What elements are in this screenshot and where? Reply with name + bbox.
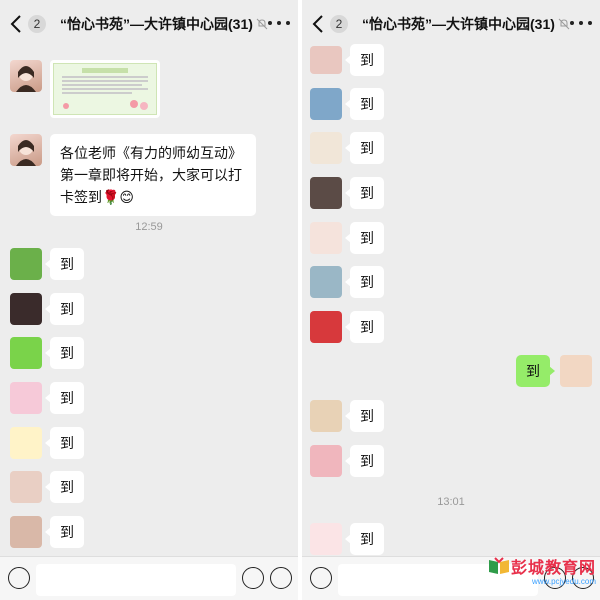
voice-icon[interactable] — [8, 567, 30, 589]
back-button[interactable]: 2 — [8, 13, 46, 35]
chat-header: 2 “怡心书苑”—大许镇中心园(31) — [0, 0, 298, 48]
message-bubble[interactable]: 到 — [345, 266, 384, 298]
avatar[interactable] — [310, 177, 342, 209]
message-bubble[interactable]: 到 — [345, 445, 384, 477]
shared-image-card[interactable] — [50, 60, 160, 118]
message-input[interactable] — [36, 564, 236, 596]
site-watermark: 彭城教育网 www.pcjyedu.com — [465, 554, 596, 595]
image-thumbnail — [53, 63, 157, 115]
message-bubble[interactable]: 到 — [45, 293, 84, 325]
announcement-text: 各位老师《有力的师幼互动》第一章即将开始，大家可以打卡签到🌹😊 — [60, 145, 242, 205]
message-bubble[interactable]: 到 — [345, 177, 384, 209]
message-bubble[interactable]: 到 — [45, 471, 84, 503]
more-dots-icon[interactable] — [570, 21, 592, 27]
bell-off-icon — [558, 18, 570, 30]
voice-icon[interactable] — [310, 567, 332, 589]
message-bubble[interactable]: 到 — [345, 523, 384, 555]
avatar[interactable] — [310, 132, 342, 164]
avatar[interactable] — [310, 311, 342, 343]
message-bubble[interactable]: 到 — [345, 311, 384, 343]
avatar[interactable] — [310, 400, 342, 432]
message-bubble[interactable]: 到 — [345, 44, 384, 76]
chevron-left-icon — [10, 15, 21, 33]
avatar[interactable] — [310, 445, 342, 477]
avatar[interactable] — [10, 471, 42, 503]
emoji-icon[interactable] — [242, 567, 264, 589]
timestamp: 13:01 — [437, 496, 465, 508]
plus-icon[interactable] — [270, 567, 292, 589]
avatar[interactable] — [10, 337, 42, 369]
avatar[interactable] — [10, 516, 42, 548]
more-dots-icon[interactable] — [268, 21, 290, 27]
unread-badge: 2 — [330, 15, 348, 33]
message-bubble[interactable]: 到 — [45, 337, 84, 369]
input-bar — [0, 556, 298, 600]
bell-off-icon — [256, 18, 268, 30]
chat-header: 2 “怡心书苑”—大许镇中心园(31) — [302, 0, 600, 48]
chat-pane-left: 2 “怡心书苑”—大许镇中心园(31) 各位老师《有力的师幼互动》第一章即将开始… — [0, 0, 298, 600]
avatar[interactable] — [310, 523, 342, 555]
avatar[interactable] — [310, 46, 342, 74]
message-bubble[interactable]: 到 — [345, 88, 384, 120]
message-bubble[interactable]: 到 — [345, 132, 384, 164]
my-message-bubble[interactable]: 到 — [516, 355, 555, 387]
avatar[interactable] — [10, 293, 42, 325]
avatar[interactable] — [310, 88, 342, 120]
message-bubble[interactable]: 到 — [45, 248, 84, 280]
back-button[interactable]: 2 — [310, 13, 348, 35]
message-bubble[interactable]: 到 — [45, 382, 84, 414]
chevron-left-icon — [312, 15, 323, 33]
avatar[interactable] — [310, 222, 342, 254]
book-logo-icon — [488, 557, 509, 574]
message-bubble[interactable]: 到 — [45, 516, 84, 548]
message-bubble[interactable]: 到 — [345, 222, 384, 254]
avatar[interactable] — [10, 427, 42, 459]
message-bubble[interactable]: 到 — [45, 427, 84, 459]
unread-badge: 2 — [28, 15, 46, 33]
my-avatar[interactable] — [560, 355, 592, 387]
chat-pane-right: 2 “怡心书苑”—大许镇中心园(31) 到 到 到 到 到 到 到 到 到 到 … — [302, 0, 600, 600]
watermark-url: www.pcjyedu.com — [531, 577, 596, 586]
timestamp: 12:59 — [135, 221, 163, 233]
avatar[interactable] — [310, 266, 342, 298]
chat-title: “怡心书苑”—大许镇中心园(31) — [362, 16, 555, 32]
message-bubble[interactable]: 到 — [345, 400, 384, 432]
avatar[interactable] — [10, 248, 42, 280]
watermark-title: 彭城教育网 — [510, 560, 596, 577]
chat-title: “怡心书苑”—大许镇中心园(31) — [60, 16, 253, 32]
avatar[interactable] — [10, 60, 42, 92]
announcement-bubble[interactable]: 各位老师《有力的师幼互动》第一章即将开始，大家可以打卡签到🌹😊 — [50, 134, 256, 216]
avatar[interactable] — [10, 382, 42, 414]
avatar[interactable] — [10, 134, 42, 166]
